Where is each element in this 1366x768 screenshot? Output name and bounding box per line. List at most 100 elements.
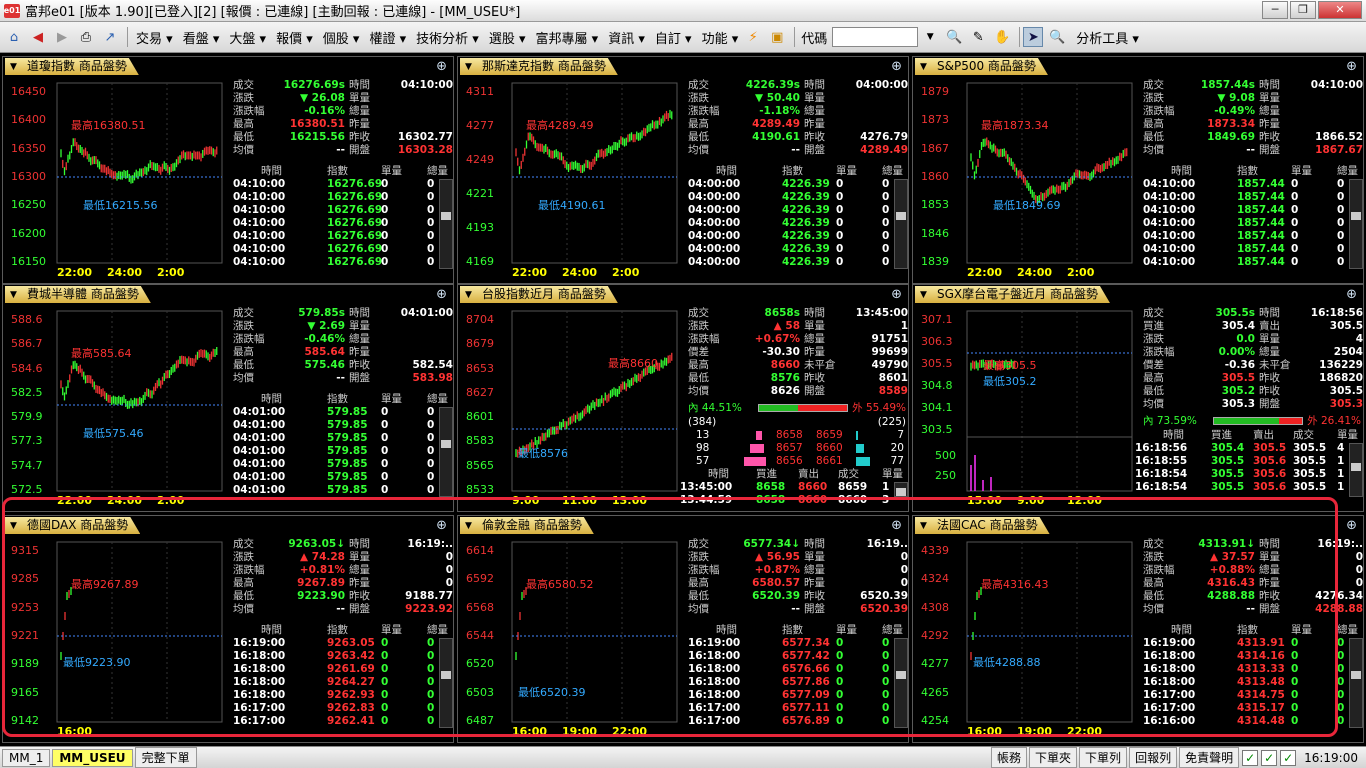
analysis-tools-menu[interactable]: 分析工具 ▾ bbox=[1071, 28, 1144, 47]
field-label: 漲跌 bbox=[688, 320, 709, 332]
search-icon[interactable]: 🔍 bbox=[944, 27, 964, 47]
zoom-icon[interactable]: ⊕ bbox=[891, 518, 902, 533]
order-bar-button[interactable]: 下單列 bbox=[1079, 747, 1128, 768]
menu-item[interactable]: 技術分析 ▾ bbox=[411, 28, 484, 47]
menu-item[interactable]: 看盤 ▾ bbox=[178, 28, 225, 47]
price-chart[interactable]: 16450 16400 16350 16300 16250 16200 16150 22:00… bbox=[3, 77, 229, 283]
menu-item[interactable]: 權證 ▾ bbox=[364, 28, 411, 47]
table-scrollbar[interactable] bbox=[439, 638, 453, 728]
quote-panel[interactable]: ▼ 法國CAC 商品盤勢 ⊕ 4339 4324 4308 4292 4277 4265 4254… bbox=[912, 515, 1364, 743]
panel-title[interactable]: ▼ 法國CAC 商品盤勢 bbox=[915, 517, 1050, 534]
panel-menu-icon[interactable]: ▼ bbox=[10, 59, 17, 76]
forward-icon[interactable]: ▶ bbox=[52, 27, 72, 47]
draw-tool-icon[interactable]: ✎ bbox=[968, 27, 988, 47]
price-chart[interactable]: 9315 9285 9253 9221 9189 9165 9142 16:00 最高9267.… bbox=[3, 536, 229, 742]
home-icon[interactable]: ⌂ bbox=[4, 27, 24, 47]
panel-title[interactable]: ▼ 費城半導體 商品盤勢 bbox=[5, 286, 151, 303]
tab-mm-useu[interactable]: MM_USEU bbox=[52, 748, 133, 767]
zoom-icon[interactable]: ⊕ bbox=[436, 518, 447, 533]
menu-item[interactable]: 個股 ▾ bbox=[318, 28, 365, 47]
panel-menu-icon[interactable]: ▼ bbox=[920, 59, 927, 76]
maximize-button[interactable]: ❐ bbox=[1290, 1, 1316, 19]
menu-item[interactable]: 報價 ▾ bbox=[271, 28, 318, 47]
menu-item[interactable]: 大盤 ▾ bbox=[224, 28, 271, 47]
price-chart[interactable]: 588.6 586.7 584.6 582.5 579.9 577.3 574.7 572.5… bbox=[3, 305, 229, 511]
panel-title[interactable]: ▼ 倫敦金融 商品盤勢 bbox=[460, 517, 594, 534]
code-input[interactable] bbox=[832, 27, 919, 47]
panel-title[interactable]: ▼ 台股指數近月 商品盤勢 bbox=[460, 286, 618, 303]
quote-panel[interactable]: ▼ 倫敦金融 商品盤勢 ⊕ 6614 6592 6568 6544 6520 6503 6487 1… bbox=[457, 515, 909, 743]
table-cell: 04:10:00 bbox=[233, 230, 286, 242]
price-chart[interactable]: 6614 6592 6568 6544 6520 6503 6487 16:00 19:00 22… bbox=[458, 536, 684, 742]
order-folder-button[interactable]: 下單夾 bbox=[1029, 747, 1078, 768]
price-chart[interactable]: 4339 4324 4308 4292 4277 4265 4254 16:00 19:00 22… bbox=[913, 536, 1139, 742]
panel-menu-icon[interactable]: ▼ bbox=[465, 287, 472, 304]
minimize-button[interactable]: ─ bbox=[1262, 1, 1288, 19]
zoom-icon[interactable]: ⊕ bbox=[891, 59, 902, 74]
panel-title[interactable]: ▼ 那斯達克指數 商品盤勢 bbox=[460, 58, 618, 75]
table-scrollbar[interactable] bbox=[439, 179, 453, 269]
menu-item[interactable]: 資訊 ▾ bbox=[603, 28, 650, 47]
table-scrollbar[interactable] bbox=[439, 407, 453, 497]
check-icon[interactable]: ✓ bbox=[1242, 749, 1259, 766]
price-chart[interactable]: 4311 4277 4249 4221 4193 4169 22:00 24:00 2:00 最高… bbox=[458, 77, 684, 283]
price-chart[interactable]: 1879 1873 1867 1860 1853 1846 1839 22:00 24:00 2:… bbox=[913, 77, 1139, 283]
field-value: 136229 bbox=[1319, 359, 1363, 371]
table-scrollbar[interactable] bbox=[894, 179, 908, 269]
account-button[interactable]: 帳務 bbox=[991, 747, 1028, 768]
zoom-icon[interactable]: ⊕ bbox=[436, 59, 447, 74]
menu-item[interactable]: 選股 ▾ bbox=[484, 28, 531, 47]
hand-tool-icon[interactable]: ✋ bbox=[992, 27, 1012, 47]
open-window-icon[interactable]: ↗ bbox=[100, 27, 120, 47]
zoom-icon[interactable]: ⊕ bbox=[1346, 287, 1357, 302]
menu-item[interactable]: 富邦專屬 ▾ bbox=[531, 28, 604, 47]
close-button[interactable]: ✕ bbox=[1318, 1, 1362, 19]
print-icon[interactable]: ⎙ bbox=[76, 27, 96, 47]
table-scrollbar[interactable] bbox=[1349, 179, 1363, 269]
quote-panel[interactable]: ▼ 費城半導體 商品盤勢 ⊕ 588.6 586.7 584.6 582.5 579.9 577… bbox=[2, 284, 454, 512]
analysis-icon[interactable]: 🔍 bbox=[1047, 27, 1067, 47]
quote-panel[interactable]: ▼ 道瓊指數 商品盤勢 ⊕ 16450 16400 16350 16300 16250 1620… bbox=[2, 56, 454, 284]
table-cell: 8660 bbox=[798, 481, 828, 493]
zoom-icon[interactable]: ⊕ bbox=[436, 287, 447, 302]
back-icon[interactable]: ◀ bbox=[28, 27, 48, 47]
panel-menu-icon[interactable]: ▼ bbox=[465, 59, 472, 76]
check-icon[interactable]: ✓ bbox=[1261, 749, 1278, 766]
panel-title[interactable]: ▼ 道瓊指數 商品盤勢 bbox=[5, 58, 139, 75]
tab-mm1[interactable]: MM_1 bbox=[2, 748, 51, 767]
tab-full-order[interactable]: 完整下單 bbox=[134, 747, 197, 768]
panel-menu-icon[interactable]: ▼ bbox=[920, 287, 927, 304]
quote-panel[interactable]: ▼ S&P500 商品盤勢 ⊕ 1879 1873 1867 1860 1853 1846 183… bbox=[912, 56, 1364, 284]
panel-menu-icon[interactable]: ▼ bbox=[920, 518, 927, 535]
disclaimer-button[interactable]: 免責聲明 bbox=[1179, 747, 1240, 768]
table-scrollbar[interactable] bbox=[1349, 443, 1363, 497]
panel-title[interactable]: ▼ S&P500 商品盤勢 bbox=[915, 58, 1048, 75]
panel-menu-icon[interactable]: ▼ bbox=[10, 287, 17, 304]
save-layout-icon[interactable]: ▣ bbox=[767, 27, 787, 47]
menu-item[interactable]: 交易 ▾ bbox=[131, 28, 178, 47]
panel-menu-icon[interactable]: ▼ bbox=[10, 518, 17, 535]
quote-panel[interactable]: ▼ SGX摩台電子盤近月 商品盤勢 ⊕ 307.1 306.3 305.5 304.8 304… bbox=[912, 284, 1364, 512]
menu-item[interactable]: 自訂 ▾ bbox=[650, 28, 697, 47]
flash-order-icon[interactable]: ⚡ bbox=[743, 27, 763, 47]
price-chart[interactable]: 307.1 306.3 305.5 304.8 304.1 303.5 500 250 15:0… bbox=[913, 305, 1139, 511]
table-scrollbar[interactable] bbox=[1349, 638, 1363, 728]
report-bar-button[interactable]: 回報列 bbox=[1129, 747, 1178, 768]
code-dropdown-icon[interactable]: ▼ bbox=[920, 27, 940, 47]
price-chart[interactable]: 8704 8679 8653 8627 8601 8583 8565 8533 9:00 11:0… bbox=[458, 305, 684, 511]
quote-panel[interactable]: ▼ 台股指數近月 商品盤勢 ⊕ 8704 8679 8653 8627 8601 8583 856… bbox=[457, 284, 909, 512]
panel-title[interactable]: ▼ 德國DAX 商品盤勢 bbox=[5, 517, 140, 534]
quote-panel[interactable]: ▼ 那斯達克指數 商品盤勢 ⊕ 4311 4277 4249 4221 4193 4169 22:… bbox=[457, 56, 909, 284]
field-value: -- bbox=[336, 144, 345, 156]
zoom-icon[interactable]: ⊕ bbox=[891, 287, 902, 302]
panel-title[interactable]: ▼ SGX摩台電子盤近月 商品盤勢 bbox=[915, 286, 1110, 303]
quote-panel[interactable]: ▼ 德國DAX 商品盤勢 ⊕ 9315 9285 9253 9221 9189 9165 9142… bbox=[2, 515, 454, 743]
menu-item[interactable]: 功能 ▾ bbox=[697, 28, 744, 47]
check-icon[interactable]: ✓ bbox=[1280, 749, 1297, 766]
table-scrollbar[interactable] bbox=[894, 482, 908, 497]
zoom-icon[interactable]: ⊕ bbox=[1346, 518, 1357, 533]
cursor-icon[interactable]: ➤ bbox=[1023, 27, 1044, 47]
panel-menu-icon[interactable]: ▼ bbox=[465, 518, 472, 535]
table-scrollbar[interactable] bbox=[894, 638, 908, 728]
zoom-icon[interactable]: ⊕ bbox=[1346, 59, 1357, 74]
